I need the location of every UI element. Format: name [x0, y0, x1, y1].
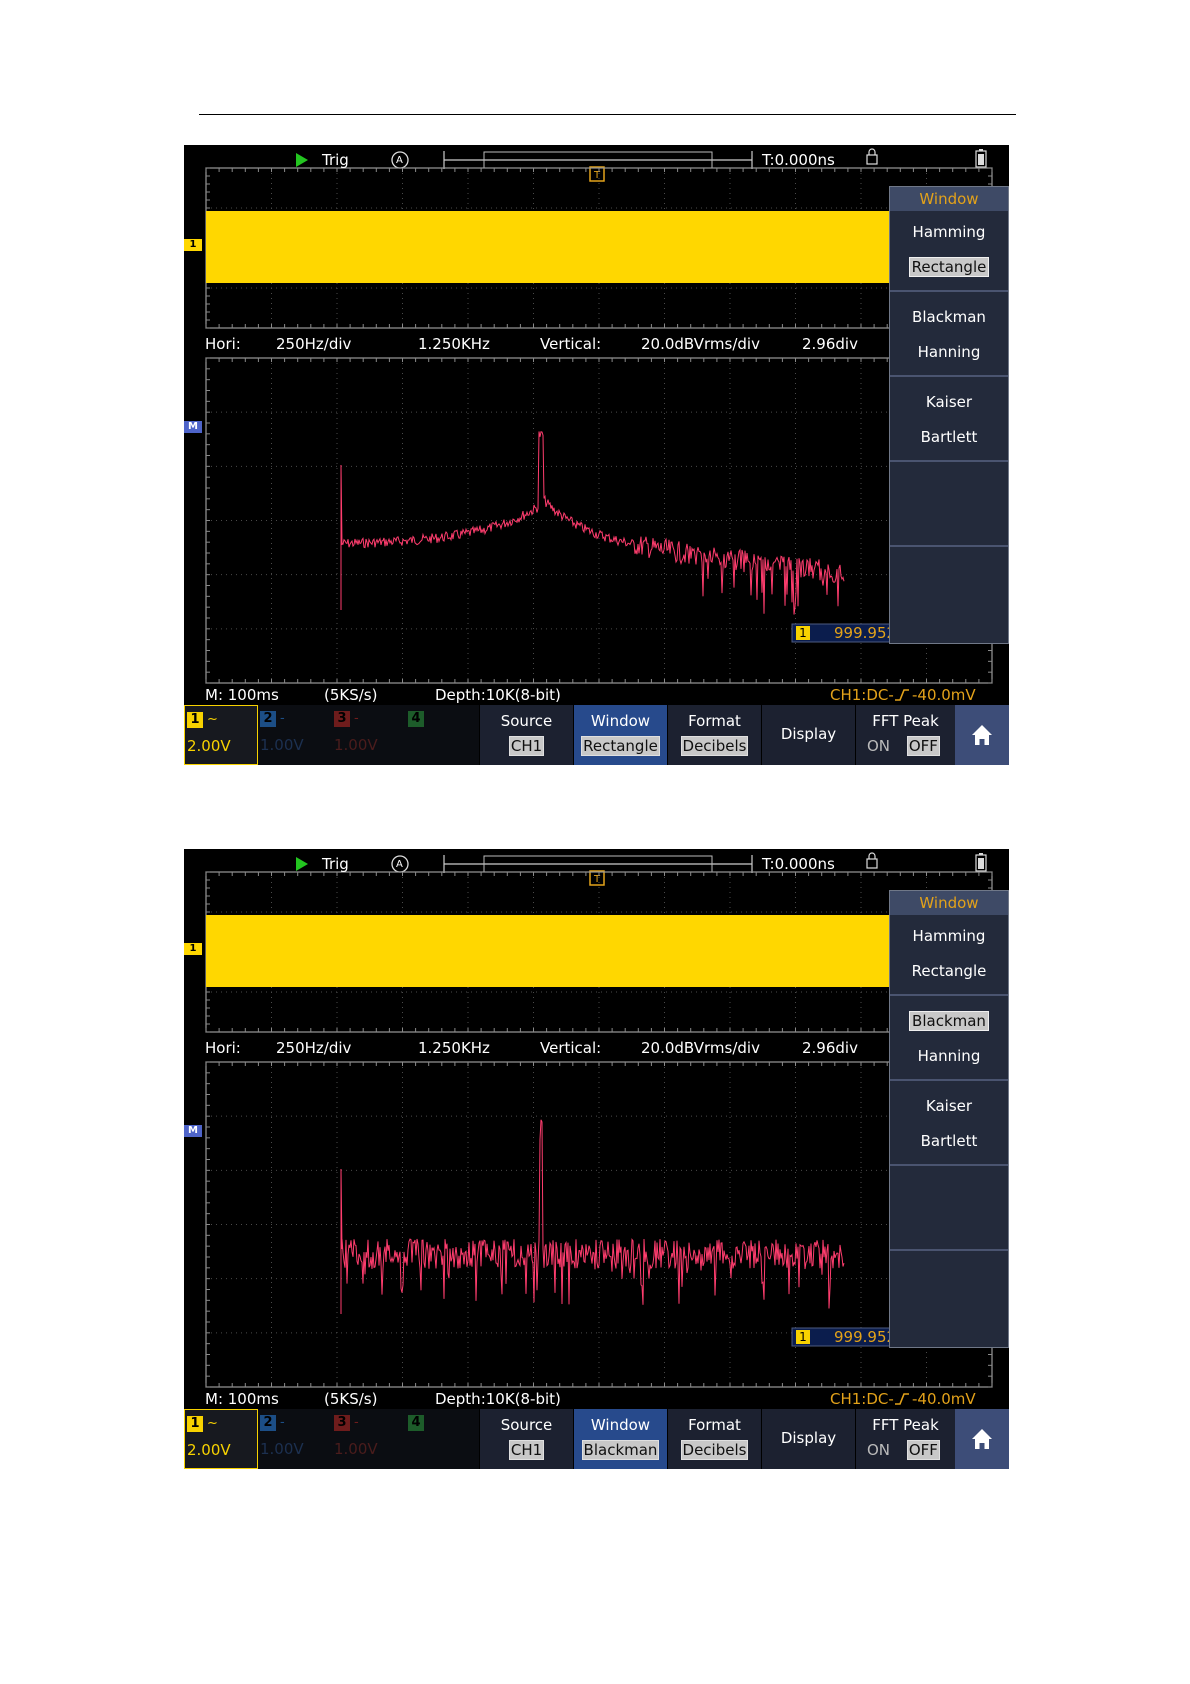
ch1-settings[interactable]: 1 ~ 2.00V: [184, 705, 258, 765]
rising-edge-icon: [895, 1393, 909, 1405]
ch3-settings[interactable]: 3 - 1.00V: [332, 705, 406, 765]
auto-trigger-letter: A: [396, 859, 403, 870]
trigger-source: CH1:DC-: [830, 1390, 894, 1408]
sidebar-title: Window: [890, 891, 1008, 915]
rising-edge-icon: [895, 689, 909, 701]
waveform-display: T: [205, 148, 993, 684]
ch4-settings[interactable]: 4: [406, 705, 479, 765]
source-button[interactable]: Source CH1: [479, 705, 573, 765]
memory-depth: Depth:10K(8-bit): [435, 1390, 561, 1408]
ch4-settings[interactable]: 4: [406, 1409, 479, 1469]
window-option-hanning[interactable]: Hanning: [890, 1046, 1008, 1066]
sample-rate: (5KS/s): [324, 1390, 378, 1408]
window-option-blackman[interactable]: Blackman: [890, 307, 1008, 327]
ch2-settings[interactable]: 2 - 1.00V: [258, 1409, 332, 1469]
auto-trigger-letter: A: [396, 155, 403, 166]
ch2-settings[interactable]: 2 - 1.00V: [258, 705, 332, 765]
center-frequency: 1.250KHz: [418, 1039, 490, 1057]
svg-text:T: T: [593, 874, 601, 885]
ch3-settings[interactable]: 3 - 1.00V: [332, 1409, 406, 1469]
sidebar-title: Window: [890, 187, 1008, 211]
bottom-menu-bar: 1 ~ 2.00V 2 - 1.00V 3 - 1.00V 4 Source C…: [184, 705, 1009, 765]
window-option-bartlett[interactable]: Bartlett: [890, 427, 1008, 447]
home-button[interactable]: [955, 705, 1009, 765]
waveform-display: T: [205, 852, 993, 1388]
window-option-hamming[interactable]: Hamming: [890, 926, 1008, 946]
trigger-source: CH1:DC-: [830, 686, 894, 704]
sample-rate: (5KS/s): [324, 686, 378, 704]
home-button[interactable]: [955, 1409, 1009, 1469]
ch1-level-marker[interactable]: 1: [184, 943, 202, 955]
hori-scale: 250Hz/div: [276, 1039, 352, 1057]
ch1-waveform: [206, 915, 889, 987]
window-option-bartlett[interactable]: Bartlett: [890, 1131, 1008, 1151]
fft-peak-off: OFF: [906, 736, 940, 756]
freq-readout-channel: 1: [799, 626, 807, 640]
memory-depth: Depth:10K(8-bit): [435, 686, 561, 704]
trigger-level: -40.0mV: [912, 686, 976, 704]
lock-icon: [866, 154, 878, 165]
window-option-kaiser[interactable]: Kaiser: [890, 392, 1008, 412]
oscilloscope-screen-rectangle: T Trig A T:0.000ns 1 M Hori: 250Hz/div 1…: [184, 145, 1009, 765]
hori-scale: 250Hz/div: [276, 335, 352, 353]
window-button[interactable]: Window Rectangle: [573, 705, 667, 765]
window-option-rectangle[interactable]: Rectangle: [890, 257, 1008, 277]
window-option-kaiser[interactable]: Kaiser: [890, 1096, 1008, 1116]
format-button[interactable]: Format Decibels: [667, 1409, 761, 1469]
ch1-settings[interactable]: 1 ~ 2.00V: [184, 1409, 258, 1469]
display-button[interactable]: Display: [761, 705, 855, 765]
fft-spectrum-trace: [340, 431, 845, 615]
lock-icon: [866, 858, 878, 869]
timebase: M: 100ms: [205, 686, 279, 704]
vertical-label: Vertical:: [540, 335, 602, 353]
trig-label: Trig: [322, 855, 349, 873]
window-option-rectangle[interactable]: Rectangle: [890, 961, 1008, 981]
display-button[interactable]: Display: [761, 1409, 855, 1469]
run-state-icon: [296, 857, 308, 871]
home-icon: [972, 1429, 992, 1449]
center-frequency: 1.250KHz: [418, 335, 490, 353]
window-option-hanning[interactable]: Hanning: [890, 342, 1008, 362]
vertical-label: Vertical:: [540, 1039, 602, 1057]
bottom-menu-bar: 1 ~ 2.00V 2 - 1.00V 3 - 1.00V 4 Source C…: [184, 1409, 1009, 1469]
math-level-marker[interactable]: M: [184, 421, 202, 433]
fft-peak-off: OFF: [906, 1440, 940, 1460]
vertical-scale: 20.0dBVrms/div: [641, 335, 760, 353]
fft-peak-on: ON: [867, 1441, 891, 1459]
home-icon: [972, 725, 992, 745]
oscilloscope-screen-blackman: T Trig A T:0.000ns 1 M Hori: 250Hz/div 1…: [184, 849, 1009, 1469]
timebase: M: 100ms: [205, 1390, 279, 1408]
run-state-icon: [296, 153, 308, 167]
trigger-level: -40.0mV: [912, 1390, 976, 1408]
source-button[interactable]: Source CH1: [479, 1409, 573, 1469]
time-offset: T:0.000ns: [762, 151, 835, 169]
vertical-scale: 20.0dBVrms/div: [641, 1039, 760, 1057]
window-option-hamming[interactable]: Hamming: [890, 222, 1008, 242]
freq-readout-channel: 1: [799, 1330, 807, 1344]
fft-peak-button[interactable]: FFT Peak ON OFF: [855, 1409, 955, 1469]
svg-text:T: T: [593, 170, 601, 181]
format-button[interactable]: Format Decibels: [667, 705, 761, 765]
time-offset: T:0.000ns: [762, 855, 835, 873]
vertical-offset: 2.96div: [802, 1039, 858, 1057]
fft-peak-button[interactable]: FFT Peak ON OFF: [855, 705, 955, 765]
window-sidebar-menu: Window Hamming Rectangle Blackman Hannin…: [889, 890, 1009, 1348]
fft-spectrum-trace: [340, 1119, 845, 1314]
vertical-offset: 2.96div: [802, 335, 858, 353]
window-option-blackman[interactable]: Blackman: [890, 1011, 1008, 1031]
hori-label: Hori:: [205, 335, 241, 353]
window-button[interactable]: Window Blackman: [573, 1409, 667, 1469]
fft-peak-on: ON: [867, 737, 891, 755]
ch1-level-marker[interactable]: 1: [184, 239, 202, 251]
hori-label: Hori:: [205, 1039, 241, 1057]
page-header-rule: [199, 114, 1016, 115]
trig-label: Trig: [322, 151, 349, 169]
window-sidebar-menu: Window Hamming Rectangle Blackman Hannin…: [889, 186, 1009, 644]
math-level-marker[interactable]: M: [184, 1125, 202, 1137]
ch1-waveform: [206, 211, 889, 283]
